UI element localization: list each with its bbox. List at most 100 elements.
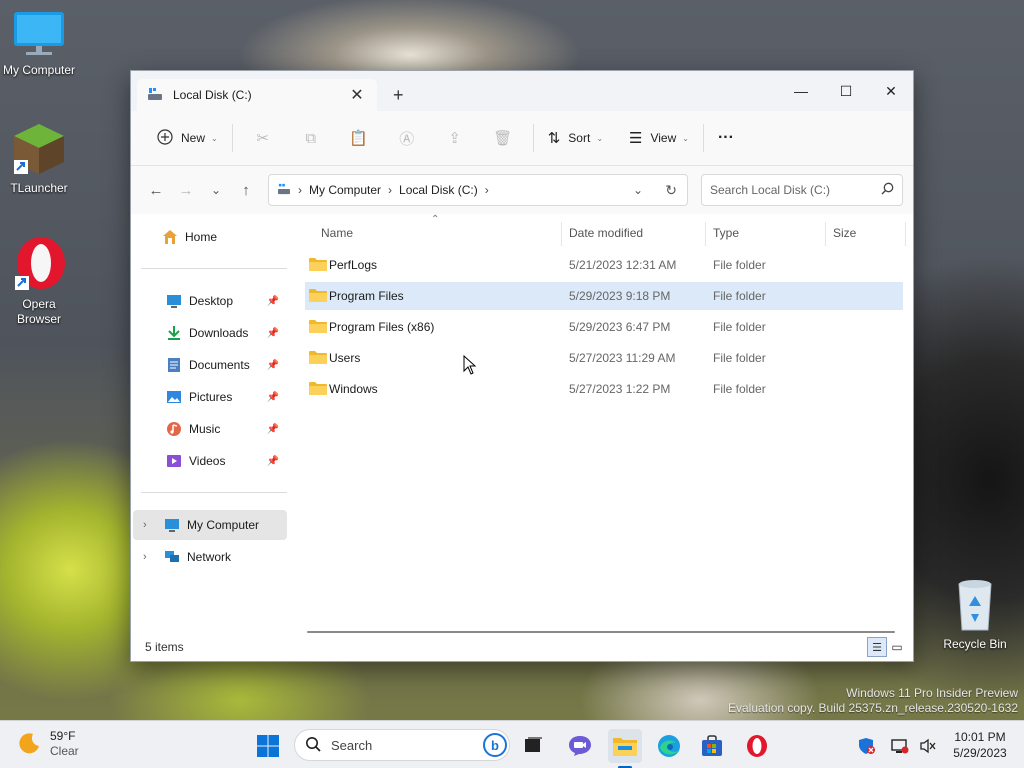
nav-item-downloads[interactable]: Downloads 📌 [141, 318, 285, 348]
nav-item-pictures[interactable]: Pictures 📌 [141, 382, 285, 412]
forward-arrow-icon[interactable]: → [171, 182, 201, 199]
file-explorer-taskbar-button[interactable] [608, 729, 642, 768]
breadcrumb-my-computer[interactable]: My Computer [309, 183, 381, 197]
column-header-date[interactable]: Date modified [569, 226, 643, 240]
desktop-icon-opera[interactable]: Opera Browser [0, 236, 78, 327]
chevron-right-icon: › [484, 183, 489, 197]
pin-icon[interactable]: 📌 [267, 392, 279, 403]
breadcrumb-local-disk[interactable]: Local Disk (C:) [399, 183, 478, 197]
delete-icon[interactable]: 🗑 [479, 122, 527, 154]
column-header-size[interactable]: Size [833, 226, 856, 240]
bing-icon[interactable]: b [483, 733, 507, 757]
nav-item-documents[interactable]: Documents 📌 [141, 350, 285, 380]
chat-button[interactable] [563, 729, 597, 763]
share-icon[interactable]: ⇪ [431, 122, 479, 154]
windows-logo-icon [257, 735, 279, 757]
expand-chevron-icon[interactable]: › [143, 551, 147, 563]
close-button[interactable]: ✕ [871, 77, 911, 105]
desktop-icon-recycle-bin[interactable]: Recycle Bin [936, 578, 1014, 652]
search-placeholder: Search Local Disk (C:) [710, 183, 831, 197]
clock[interactable]: 10:01 PM 5/29/2023 [945, 729, 1015, 761]
expand-chevron-icon[interactable]: › [143, 519, 147, 531]
nav-item-network[interactable]: › Network [133, 542, 287, 572]
desktop-icon-my-computer[interactable]: My Computer [0, 10, 78, 78]
file-type: File folder [713, 351, 766, 365]
desktop-icon-label: My Computer [2, 63, 76, 77]
paste-icon[interactable]: 📋 [335, 122, 383, 154]
new-tab-icon[interactable]: + [393, 85, 404, 106]
column-separator[interactable] [905, 222, 906, 246]
nav-label: My Computer [187, 518, 260, 532]
more-options-button[interactable]: ··· [710, 122, 742, 154]
address-row: ← → ⌄ ↑ › My Computer › Local Disk (C:) … [131, 166, 913, 214]
navigation-pane: Home Desktop 📌 Downloads 📌 Documents 📌 P… [131, 214, 291, 641]
column-separator[interactable] [825, 222, 826, 246]
desktop-icon-label: Recycle Bin [943, 637, 1007, 651]
new-button[interactable]: New ⌄ [149, 122, 226, 154]
edge-button[interactable] [652, 729, 686, 763]
back-arrow-icon[interactable]: ← [141, 182, 171, 199]
file-row[interactable]: Windows 5/27/2023 1:22 PM File folder [305, 375, 903, 403]
folder-icon [309, 257, 327, 275]
view-button[interactable]: ☰ View ⌄ [621, 122, 697, 154]
network-tray-icon[interactable] [886, 729, 914, 763]
close-tab-icon[interactable]: ✕ [347, 85, 367, 105]
opera-taskbar-button[interactable] [740, 729, 774, 763]
security-tray-icon[interactable] [852, 729, 882, 763]
task-view-button[interactable] [516, 729, 550, 763]
nav-item-videos[interactable]: Videos 📌 [141, 446, 285, 476]
tab-local-disk[interactable]: Local Disk (C:) ✕ [137, 79, 377, 111]
up-arrow-icon[interactable]: ↑ [231, 182, 261, 199]
search-box[interactable]: Search Local Disk (C:) [701, 174, 903, 206]
start-button[interactable] [251, 729, 285, 763]
pin-icon[interactable]: 📌 [267, 456, 279, 467]
nav-item-my-computer[interactable]: › My Computer [133, 510, 287, 540]
store-button[interactable] [695, 729, 729, 763]
nav-item-music[interactable]: Music 📌 [141, 414, 285, 444]
file-row-selected[interactable]: Program Files 5/29/2023 9:18 PM File fol… [305, 282, 903, 310]
refresh-icon[interactable]: ↻ [665, 182, 677, 199]
pin-icon[interactable]: 📌 [267, 328, 279, 339]
address-dropdown-icon[interactable]: ⌄ [633, 183, 643, 197]
nav-item-desktop[interactable]: Desktop 📌 [141, 286, 285, 316]
pin-icon[interactable]: 📌 [267, 424, 279, 435]
search-icon [305, 736, 321, 755]
rename-icon[interactable]: Ⓐ [383, 122, 431, 154]
pin-icon[interactable]: 📌 [267, 296, 279, 307]
nav-label: Videos [189, 454, 226, 468]
pin-icon[interactable]: 📌 [267, 360, 279, 371]
minimize-button[interactable]: — [781, 77, 821, 105]
desktop-icon-label: Opera Browser [16, 297, 61, 326]
file-date: 5/29/2023 9:18 PM [569, 289, 671, 303]
recent-locations-icon[interactable]: ⌄ [201, 183, 231, 197]
maximize-button[interactable]: ☐ [826, 77, 866, 105]
view-button-label: View [650, 131, 677, 145]
details-view-icon[interactable]: ☰ [867, 637, 887, 657]
opera-icon [747, 735, 767, 757]
sort-button[interactable]: ⇅ Sort ⌄ [540, 122, 611, 154]
column-separator[interactable] [561, 222, 562, 246]
new-button-label: New [181, 131, 206, 145]
file-explorer-icon [613, 738, 637, 756]
tlauncher-icon [12, 122, 66, 179]
computer-icon [163, 517, 181, 533]
cut-icon[interactable]: ✂ [239, 122, 287, 154]
column-header-name[interactable]: Name [321, 226, 353, 240]
column-header-type[interactable]: Type [713, 226, 739, 240]
desktop-icon-tlauncher[interactable]: TLauncher [0, 122, 78, 196]
file-date: 5/29/2023 6:47 PM [569, 320, 671, 334]
nav-label: Desktop [189, 294, 234, 308]
file-row[interactable]: PerfLogs 5/21/2023 12:31 AM File folder [305, 251, 903, 279]
nav-label: Pictures [189, 390, 233, 404]
address-bar[interactable]: › My Computer › Local Disk (C:) › ⌄ ↻ [268, 174, 688, 206]
thumbnails-view-icon[interactable]: ▭ [887, 637, 907, 657]
file-row[interactable]: Program Files (x86) 5/29/2023 6:47 PM Fi… [305, 313, 903, 341]
weather-widget[interactable]: 59°F Clear [18, 729, 79, 759]
file-row[interactable]: Users 5/27/2023 11:29 AM File folder [305, 344, 903, 372]
nav-item-home[interactable]: Home [141, 222, 285, 252]
chat-icon [569, 736, 591, 756]
taskbar-search-box[interactable]: Search b [294, 729, 510, 761]
column-separator[interactable] [705, 222, 706, 246]
volume-muted-icon[interactable] [914, 729, 942, 763]
copy-icon[interactable]: ⧉ [287, 122, 335, 154]
